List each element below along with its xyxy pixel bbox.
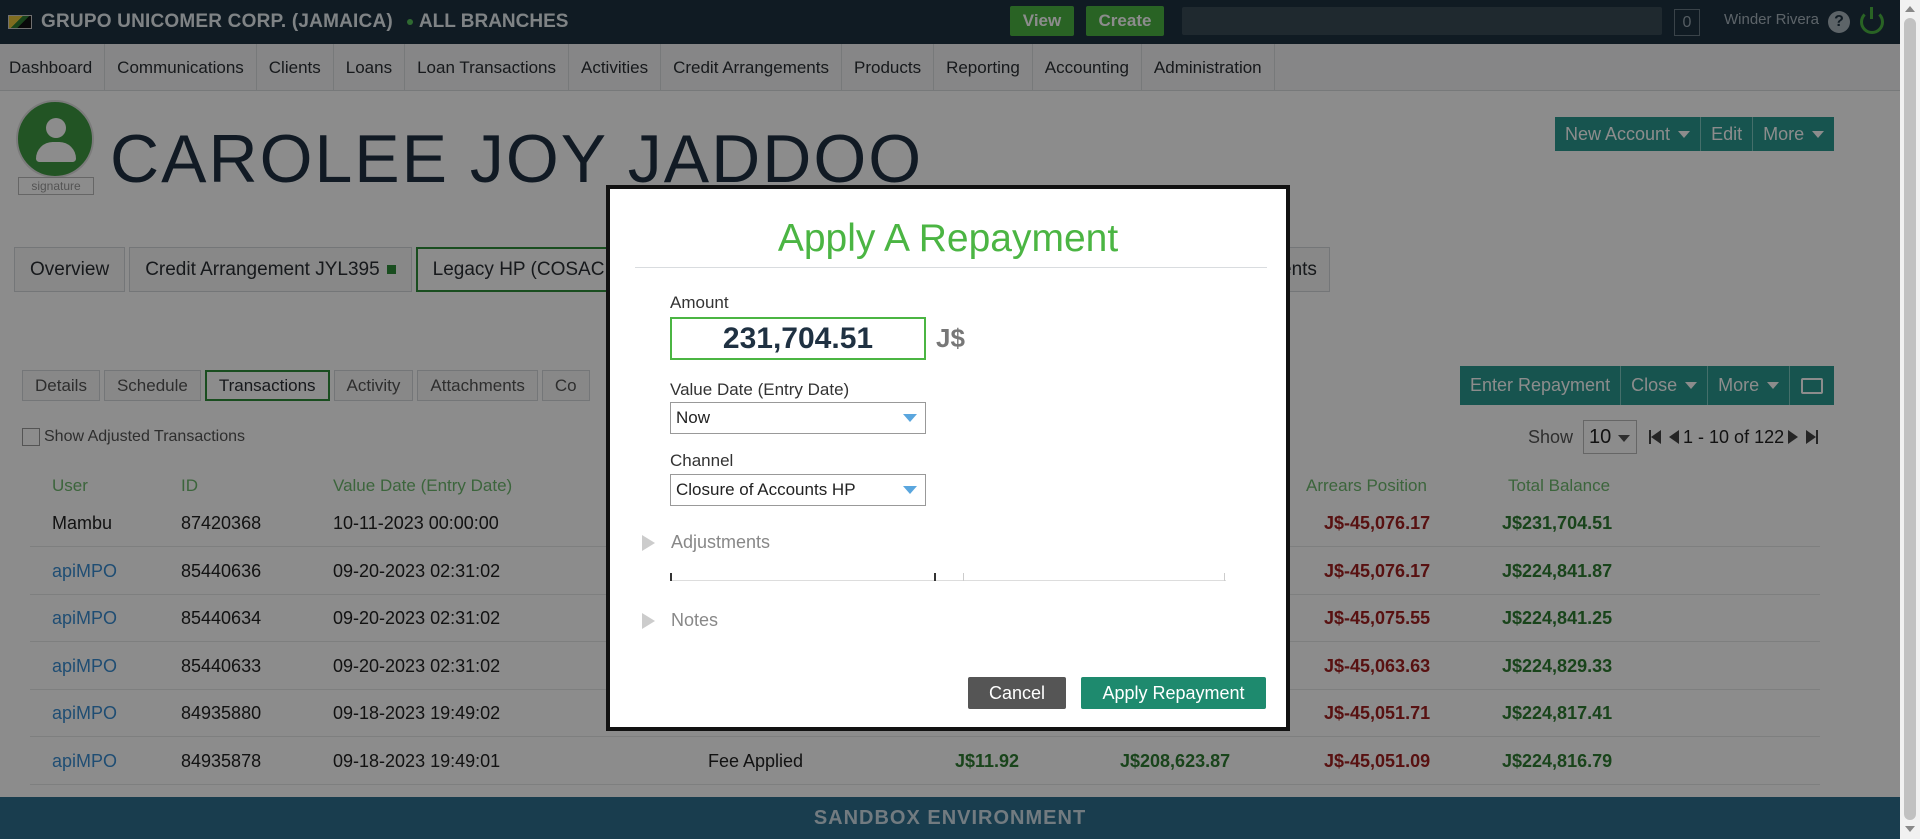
amount-label: Amount	[670, 293, 729, 312]
divider	[635, 267, 1267, 268]
scrollbar-thumb[interactable]	[1904, 18, 1916, 820]
channel-label: Channel	[670, 451, 734, 470]
value-date-label: Value Date (Entry Date)	[670, 380, 850, 399]
adjustments-toggle[interactable]: Adjustments	[642, 532, 770, 553]
chevron-down-icon	[903, 414, 917, 422]
cancel-button[interactable]: Cancel	[968, 677, 1066, 709]
expand-icon	[642, 534, 655, 551]
amount-input[interactable]: 231,704.51	[670, 317, 926, 360]
apply-repayment-dialog: Apply A Repayment Amount 231,704.51 J$ V…	[606, 185, 1290, 731]
dialog-title: Apply A Repayment	[777, 217, 1119, 260]
scroll-down-icon[interactable]	[1905, 826, 1915, 832]
currency-label: J$	[936, 323, 965, 353]
scroll-up-icon[interactable]	[1905, 6, 1915, 12]
notes-toggle[interactable]: Notes	[642, 610, 718, 631]
page-scrollbar[interactable]	[1900, 0, 1920, 839]
adjustments-collapsed-strip	[670, 573, 1226, 581]
chevron-down-icon	[903, 486, 917, 494]
value-date-select[interactable]: Now	[670, 402, 926, 434]
expand-icon	[642, 612, 655, 629]
channel-select[interactable]: Closure of Accounts HP	[670, 474, 926, 506]
apply-repayment-button[interactable]: Apply Repayment	[1081, 677, 1266, 709]
